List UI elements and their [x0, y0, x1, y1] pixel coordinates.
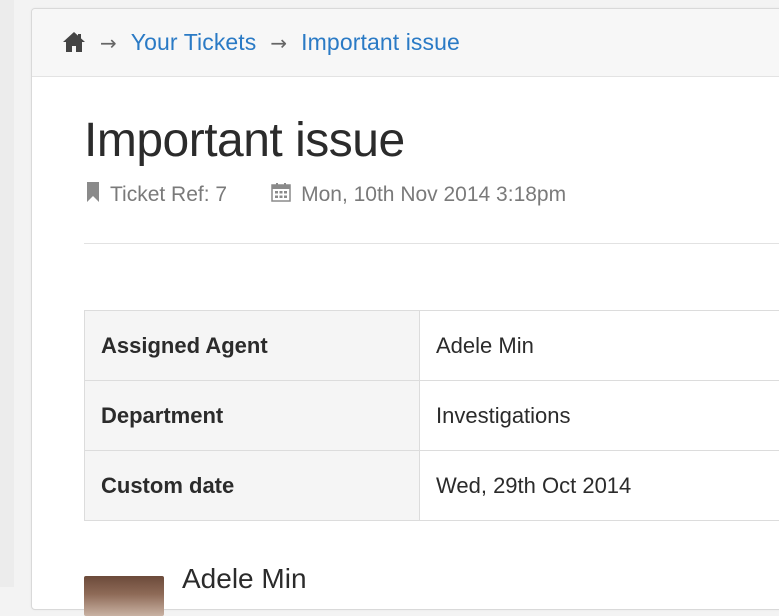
- assigned-agent-value: Adele Min: [420, 311, 779, 381]
- author-name: Adele Min: [182, 562, 307, 596]
- table-row: Department Investigations: [85, 381, 779, 451]
- custom-date-label: Custom date: [85, 451, 420, 521]
- avatar: [84, 576, 164, 616]
- page-left-strip: [0, 0, 14, 587]
- home-icon[interactable]: [62, 31, 86, 53]
- breadcrumb-your-tickets-link[interactable]: Your Tickets: [131, 29, 257, 56]
- message-author: Adele Min: [84, 562, 307, 616]
- ticket-card: → Your Tickets → Important issue Importa…: [31, 8, 779, 610]
- ticket-date: Mon, 10th Nov 2014 3:18pm: [271, 182, 566, 208]
- ticket-ref-label: Ticket Ref: 7: [110, 183, 227, 207]
- breadcrumb: → Your Tickets → Important issue: [32, 9, 779, 77]
- ticket-meta: Ticket Ref: 7 Mon, 10th Nov 2014 3:18pm: [86, 182, 566, 208]
- custom-date-value: Wed, 29th Oct 2014: [420, 451, 779, 521]
- bookmark-icon: [86, 182, 100, 208]
- breadcrumb-separator: →: [100, 31, 117, 55]
- assigned-agent-label: Assigned Agent: [85, 311, 420, 381]
- ticket-ref: Ticket Ref: 7: [86, 182, 227, 208]
- table-row: Custom date Wed, 29th Oct 2014: [85, 451, 779, 521]
- department-label: Department: [85, 381, 420, 451]
- ticket-details-table: Assigned Agent Adele Min Department Inve…: [84, 310, 779, 521]
- breadcrumb-separator: →: [270, 31, 287, 55]
- calendar-icon: [271, 182, 291, 208]
- department-value: Investigations: [420, 381, 779, 451]
- page-title: Important issue: [84, 113, 405, 168]
- table-row: Assigned Agent Adele Min: [85, 311, 779, 381]
- ticket-date-label: Mon, 10th Nov 2014 3:18pm: [301, 183, 566, 207]
- breadcrumb-current-ticket-link[interactable]: Important issue: [301, 29, 460, 56]
- header-divider: [84, 243, 779, 244]
